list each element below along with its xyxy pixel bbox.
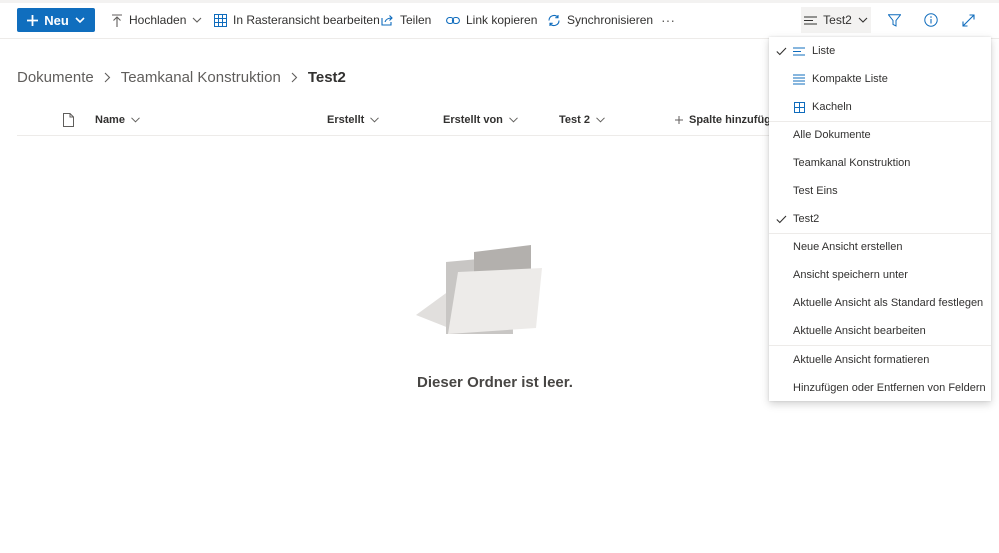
breadcrumb: Dokumente Teamkanal Konstruktion Test2 xyxy=(17,66,346,88)
share-button[interactable]: Teilen xyxy=(381,8,431,32)
breadcrumb-current: Test2 xyxy=(307,68,346,86)
expand-icon xyxy=(961,13,975,27)
menu-item-save-view-as-label: Ansicht speichern unter xyxy=(793,269,908,281)
menu-item-edit-view[interactable]: Aktuelle Ansicht bearbeiten xyxy=(769,318,991,344)
sync-label: Synchronisieren xyxy=(567,13,654,27)
view-menu: Liste Kompakte Liste Kacheln Alle Dokume… xyxy=(769,37,991,401)
menu-item-create-view-label: Neue Ansicht erstellen xyxy=(793,241,903,253)
menu-item-test-eins-label: Test Eins xyxy=(793,185,838,197)
new-button-label: Neu xyxy=(44,12,69,28)
menu-item-teamchannel[interactable]: Teamkanal Konstruktion xyxy=(769,150,991,176)
menu-item-add-remove-fields-label: Hinzufügen oder Entfernen von Feldern xyxy=(793,382,986,394)
menu-item-format-view[interactable]: Aktuelle Ansicht formatieren xyxy=(769,347,991,373)
empty-folder-illustration xyxy=(416,245,542,334)
tiles-icon xyxy=(793,101,805,113)
menu-item-test-eins[interactable]: Test Eins xyxy=(769,178,991,204)
copy-link-button[interactable]: Link kopieren xyxy=(446,8,537,32)
filter-button[interactable] xyxy=(882,8,906,32)
info-button[interactable] xyxy=(919,8,943,32)
chevron-right-icon xyxy=(104,72,111,83)
column-header-row: Name Erstellt Erstellt von Test 2 Spalte… xyxy=(17,108,777,136)
upload-icon xyxy=(112,13,122,27)
more-icon: ··· xyxy=(661,12,675,28)
menu-item-format-view-label: Aktuelle Ansicht formatieren xyxy=(793,354,930,366)
column-name[interactable]: Name xyxy=(95,111,140,129)
chevron-down-icon xyxy=(596,117,605,123)
column-test2[interactable]: Test 2 xyxy=(559,111,605,129)
view-switcher-label: Test2 xyxy=(823,13,852,27)
column-created[interactable]: Erstellt xyxy=(327,111,380,129)
column-test2-label: Test 2 xyxy=(559,114,590,126)
menu-item-tiles-label: Kacheln xyxy=(812,101,852,113)
column-name-label: Name xyxy=(95,114,125,126)
chevron-down-icon xyxy=(192,17,202,23)
upload-button[interactable]: Hochladen xyxy=(111,8,202,32)
menu-item-test2[interactable]: Test2 xyxy=(769,206,991,232)
menu-item-tiles[interactable]: Kacheln xyxy=(769,94,991,120)
column-created-by[interactable]: Erstellt von xyxy=(443,111,518,129)
menu-item-compact-list[interactable]: Kompakte Liste xyxy=(769,66,991,92)
empty-folder-message: Dieser Ordner ist leer. xyxy=(417,374,573,391)
share-icon xyxy=(381,15,393,26)
more-button[interactable]: ··· xyxy=(661,8,675,32)
filter-icon xyxy=(887,13,901,27)
plus-icon xyxy=(675,116,683,124)
add-column-button[interactable]: Spalte hinzufüge xyxy=(675,111,777,129)
menu-item-edit-view-label: Aktuelle Ansicht bearbeiten xyxy=(793,325,926,337)
checkmark-icon xyxy=(775,45,787,57)
share-label: Teilen xyxy=(400,13,432,27)
chevron-down-icon xyxy=(858,17,868,23)
breadcrumb-item-documents[interactable]: Dokumente xyxy=(17,69,94,86)
menu-item-set-default-view-label: Aktuelle Ansicht als Standard festlegen xyxy=(793,297,984,309)
command-bar: Neu Hochladen In Rasteransicht bearbeite… xyxy=(0,3,999,39)
menu-item-list[interactable]: Liste xyxy=(769,38,991,64)
grid-edit-label: In Rasteransicht bearbeiten xyxy=(233,13,380,27)
compact-list-icon xyxy=(793,73,805,85)
menu-item-list-label: Liste xyxy=(812,45,836,57)
chevron-down-icon xyxy=(131,117,140,123)
list-icon xyxy=(793,45,805,57)
sync-icon xyxy=(548,14,560,26)
menu-item-compact-list-label: Kompakte Liste xyxy=(812,73,888,85)
menu-item-create-view[interactable]: Neue Ansicht erstellen xyxy=(769,234,991,260)
sync-button[interactable]: Synchronisieren xyxy=(547,8,653,32)
document-icon xyxy=(63,113,74,127)
menu-item-add-remove-fields[interactable]: Hinzufügen oder Entfernen von Feldern xyxy=(769,375,991,401)
copy-link-label: Link kopieren xyxy=(466,13,538,27)
view-switcher-button[interactable]: Test2 xyxy=(801,7,871,33)
chevron-down-icon xyxy=(75,16,85,23)
checkmark-icon xyxy=(775,213,787,225)
add-column-label: Spalte hinzufüge xyxy=(689,114,777,126)
chevron-right-icon xyxy=(291,72,298,83)
info-icon xyxy=(924,13,938,27)
expand-button[interactable] xyxy=(956,8,980,32)
menu-item-test2-label: Test2 xyxy=(793,213,820,225)
menu-divider xyxy=(769,345,991,346)
menu-item-all-documents-label: Alle Dokumente xyxy=(793,129,871,141)
chevron-down-icon xyxy=(509,117,518,123)
file-type-column[interactable] xyxy=(63,111,74,129)
menu-item-save-view-as[interactable]: Ansicht speichern unter xyxy=(769,262,991,288)
plus-icon xyxy=(27,14,39,26)
grid-icon xyxy=(214,13,227,27)
list-icon xyxy=(804,16,818,24)
menu-item-set-default-view[interactable]: Aktuelle Ansicht als Standard festlegen xyxy=(769,290,991,316)
menu-item-teamchannel-label: Teamkanal Konstruktion xyxy=(793,157,911,169)
chevron-down-icon xyxy=(370,117,380,123)
menu-item-all-documents[interactable]: Alle Dokumente xyxy=(769,122,991,148)
new-button[interactable]: Neu xyxy=(17,8,95,32)
breadcrumb-item-teamchannel[interactable]: Teamkanal Konstruktion xyxy=(121,69,281,86)
link-icon xyxy=(446,16,460,24)
upload-label: Hochladen xyxy=(129,13,187,27)
column-created-label: Erstellt xyxy=(327,114,365,126)
column-created-by-label: Erstellt von xyxy=(443,114,503,126)
grid-edit-button[interactable]: In Rasteransicht bearbeiten xyxy=(214,8,380,32)
